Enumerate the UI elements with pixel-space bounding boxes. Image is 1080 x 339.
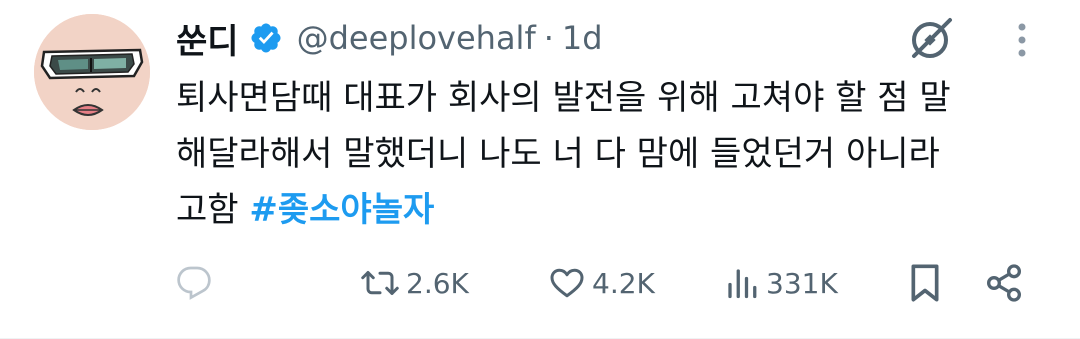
- hashtag-link[interactable]: #좆소야놀자: [249, 190, 434, 230]
- tweet-text: 퇴사면담때 대표가 회사의 발전을 위해 고쳐야 할 점 말 해달라해서 말했더…: [176, 70, 1056, 238]
- tweet-line-1: 퇴사면담때 대표가 회사의 발전을 위해 고쳐야 할 점 말: [176, 78, 951, 118]
- tweet-line-3: 고함 #좆소야놀자: [176, 182, 1056, 238]
- bookmark-icon: [911, 264, 939, 302]
- action-bar: 2.6K 4.2K 331K: [176, 258, 1036, 308]
- more-icon[interactable]: [1010, 20, 1034, 60]
- views-button[interactable]: 331K: [724, 258, 838, 308]
- retweet-count: 2.6K: [406, 266, 469, 300]
- display-name[interactable]: 쑨디: [176, 14, 239, 63]
- verified-badge-icon[interactable]: [249, 21, 283, 55]
- tweet-line-2: 해달라해서 말했더니 나도 너 다 맘에 들었던거 아니라: [176, 134, 940, 174]
- like-button[interactable]: 4.2K: [548, 258, 655, 308]
- tweet-header: 쑨디 @deeplovehalf · 1d: [176, 12, 603, 64]
- share-icon: [986, 264, 1022, 302]
- timestamp[interactable]: 1d: [562, 19, 603, 57]
- share-button[interactable]: [984, 258, 1024, 308]
- views-icon: [728, 269, 757, 299]
- avatar-illustration: [34, 14, 150, 130]
- separator-dot: ·: [543, 19, 554, 57]
- reply-icon: [177, 266, 211, 300]
- grok-icon[interactable]: [906, 14, 956, 64]
- like-icon: [550, 268, 584, 298]
- user-handle[interactable]: @deeplovehalf: [297, 19, 536, 57]
- reply-button[interactable]: [176, 258, 218, 308]
- avatar[interactable]: [34, 14, 150, 130]
- tweet-line-3-text: 고함: [176, 190, 250, 230]
- view-count: 331K: [766, 266, 838, 300]
- like-count: 4.2K: [592, 266, 655, 300]
- retweet-icon: [361, 271, 399, 295]
- retweet-button[interactable]: 2.6K: [360, 258, 469, 308]
- bookmark-button[interactable]: [908, 258, 942, 308]
- tweet[interactable]: 쑨디 @deeplovehalf · 1d 퇴사면담때 대표가 회사의 발전을 …: [0, 0, 1080, 339]
